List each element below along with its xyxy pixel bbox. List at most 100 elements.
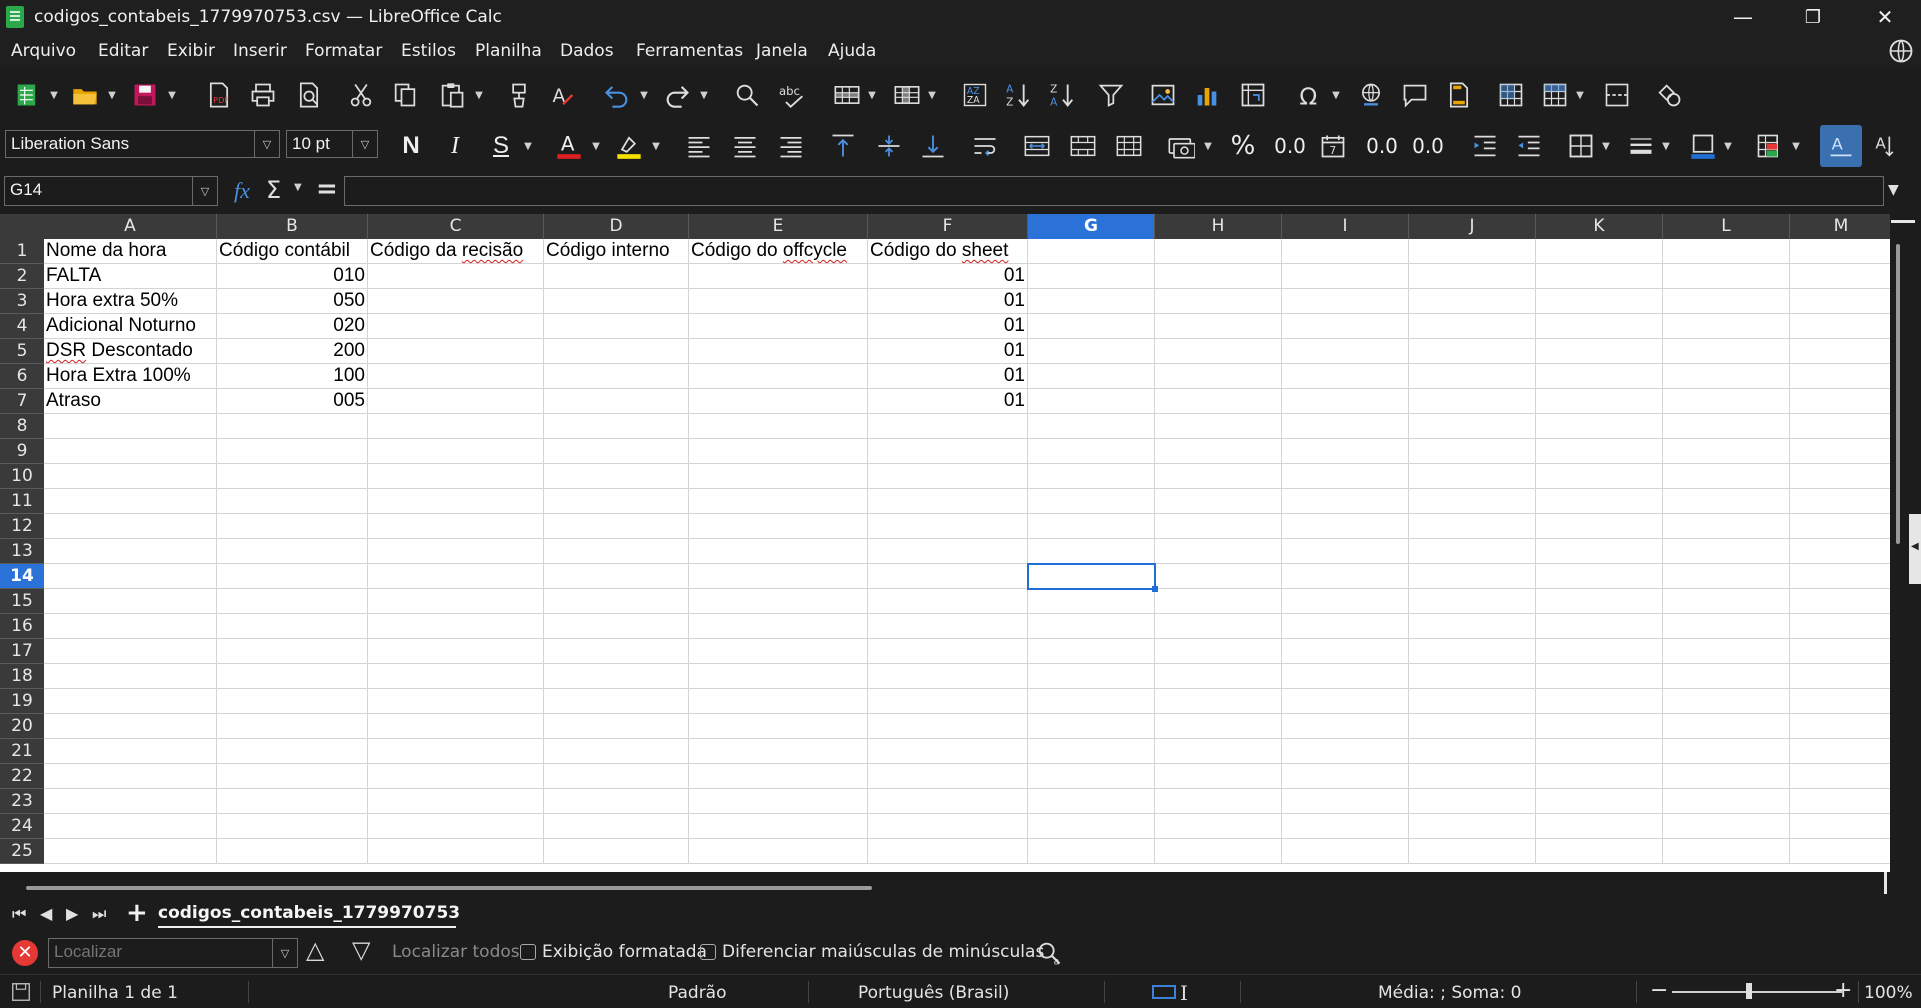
- border-color-icon[interactable]: [1686, 129, 1720, 163]
- expand-formula-bar-icon[interactable]: ▼: [1888, 182, 1899, 198]
- cell-l23[interactable]: [1663, 789, 1790, 814]
- cell-e11[interactable]: [689, 489, 868, 514]
- cell-g18[interactable]: [1028, 664, 1155, 689]
- cell-m6[interactable]: [1790, 364, 1890, 389]
- define-print-area-icon[interactable]: [1494, 78, 1528, 112]
- cell-m9[interactable]: [1790, 439, 1890, 464]
- cell-j18[interactable]: [1409, 664, 1536, 689]
- find-input[interactable]: [49, 939, 277, 965]
- formula-input[interactable]: [344, 176, 1884, 206]
- cell-c14[interactable]: [368, 564, 544, 589]
- row-icon[interactable]: [830, 78, 864, 112]
- row-header[interactable]: 15: [0, 589, 44, 614]
- cell-l4[interactable]: [1663, 314, 1790, 339]
- paste-icon[interactable]: [435, 78, 469, 112]
- row-dropdown-icon[interactable]: ▼: [866, 78, 878, 112]
- new-spreadsheet-icon[interactable]: [10, 78, 44, 112]
- vertical-scroll-thumb[interactable]: [1896, 244, 1900, 544]
- cell-i11[interactable]: [1282, 489, 1409, 514]
- menu-dados[interactable]: Dados: [560, 41, 614, 61]
- cell-b14[interactable]: [217, 564, 368, 589]
- cell-m23[interactable]: [1790, 789, 1890, 814]
- cell-a13[interactable]: [44, 539, 217, 564]
- row-header[interactable]: 16: [0, 614, 44, 639]
- row-header[interactable]: 6: [0, 364, 44, 389]
- cell-g11[interactable]: [1028, 489, 1155, 514]
- cell-c4[interactable]: [368, 314, 544, 339]
- cell-i14[interactable]: [1282, 564, 1409, 589]
- cell-d19[interactable]: [544, 689, 689, 714]
- font-name-dropdown-icon[interactable]: ▽: [254, 131, 279, 157]
- cell-i13[interactable]: [1282, 539, 1409, 564]
- cell-e1[interactable]: Código do offcycle: [689, 239, 868, 264]
- cell-m14[interactable]: [1790, 564, 1890, 589]
- cell-m21[interactable]: [1790, 739, 1890, 764]
- cell-m25[interactable]: [1790, 839, 1890, 864]
- cell-b6[interactable]: 100: [217, 364, 368, 389]
- row-header[interactable]: 4: [0, 314, 44, 339]
- redo-icon[interactable]: [660, 78, 694, 112]
- borders-icon[interactable]: [1564, 129, 1598, 163]
- menu-planilha[interactable]: Planilha: [475, 41, 542, 61]
- cell-f9[interactable]: [868, 439, 1028, 464]
- cell-k4[interactable]: [1536, 314, 1663, 339]
- cell-l5[interactable]: [1663, 339, 1790, 364]
- find-dropdown-icon[interactable]: ▽: [272, 939, 297, 967]
- border-color-dropdown-icon[interactable]: ▼: [1722, 129, 1734, 163]
- cell-b18[interactable]: [217, 664, 368, 689]
- cell-i7[interactable]: [1282, 389, 1409, 414]
- cell-k5[interactable]: [1536, 339, 1663, 364]
- row-header[interactable]: 3: [0, 289, 44, 314]
- currency-dropdown-icon[interactable]: ▼: [1202, 129, 1214, 163]
- undo-icon[interactable]: [600, 78, 634, 112]
- cell-d9[interactable]: [544, 439, 689, 464]
- spelling-icon[interactable]: abc: [776, 78, 810, 112]
- spreadsheet-grid[interactable]: ABCDEFGHIJKLM 1 2 3 4 5 6 7 8 9 10 11 12 13 14 15 16 17 1…: [0, 214, 1890, 872]
- wrap-text-icon[interactable]: [968, 129, 1002, 163]
- cell-d3[interactable]: [544, 289, 689, 314]
- column-header-a[interactable]: A: [44, 214, 217, 239]
- cell-d20[interactable]: [544, 714, 689, 739]
- font-color-icon[interactable]: A: [552, 129, 586, 163]
- column-header-j[interactable]: J: [1409, 214, 1536, 239]
- cell-h12[interactable]: [1155, 514, 1282, 539]
- cell-m7[interactable]: [1790, 389, 1890, 414]
- menu-janela[interactable]: Janela: [756, 41, 808, 61]
- cell-k9[interactable]: [1536, 439, 1663, 464]
- cell-e22[interactable]: [689, 764, 868, 789]
- cell-j24[interactable]: [1409, 814, 1536, 839]
- cell-d15[interactable]: [544, 589, 689, 614]
- row-header[interactable]: 11: [0, 489, 44, 514]
- cell-l11[interactable]: [1663, 489, 1790, 514]
- cell-d13[interactable]: [544, 539, 689, 564]
- align-top-icon[interactable]: [826, 129, 860, 163]
- merge-cells-icon[interactable]: [1066, 129, 1100, 163]
- cell-l12[interactable]: [1663, 514, 1790, 539]
- cell-f6[interactable]: 01: [868, 364, 1028, 389]
- function-wizard-button[interactable]: fx: [234, 178, 250, 204]
- cell-d1[interactable]: Código interno: [544, 239, 689, 264]
- row-header[interactable]: 21: [0, 739, 44, 764]
- cell-h17[interactable]: [1155, 639, 1282, 664]
- cell-c15[interactable]: [368, 589, 544, 614]
- font-name-input[interactable]: [6, 131, 259, 157]
- cell-j1[interactable]: [1409, 239, 1536, 264]
- cell-j11[interactable]: [1409, 489, 1536, 514]
- column-header-c[interactable]: C: [368, 214, 544, 239]
- column-header-m[interactable]: M: [1790, 214, 1890, 239]
- cell-g8[interactable]: [1028, 414, 1155, 439]
- cell-d7[interactable]: [544, 389, 689, 414]
- cell-c11[interactable]: [368, 489, 544, 514]
- cell-b24[interactable]: [217, 814, 368, 839]
- cell-a2[interactable]: FALTA: [44, 264, 217, 289]
- special-character-dropdown-icon[interactable]: ▼: [1330, 78, 1342, 112]
- cell-i20[interactable]: [1282, 714, 1409, 739]
- cell-a19[interactable]: [44, 689, 217, 714]
- cell-m13[interactable]: [1790, 539, 1890, 564]
- cell-a12[interactable]: [44, 514, 217, 539]
- cell-e19[interactable]: [689, 689, 868, 714]
- cell-i4[interactable]: [1282, 314, 1409, 339]
- sort-ascending-icon[interactable]: AZ: [1002, 78, 1036, 112]
- cell-e5[interactable]: [689, 339, 868, 364]
- column-header-b[interactable]: B: [217, 214, 368, 239]
